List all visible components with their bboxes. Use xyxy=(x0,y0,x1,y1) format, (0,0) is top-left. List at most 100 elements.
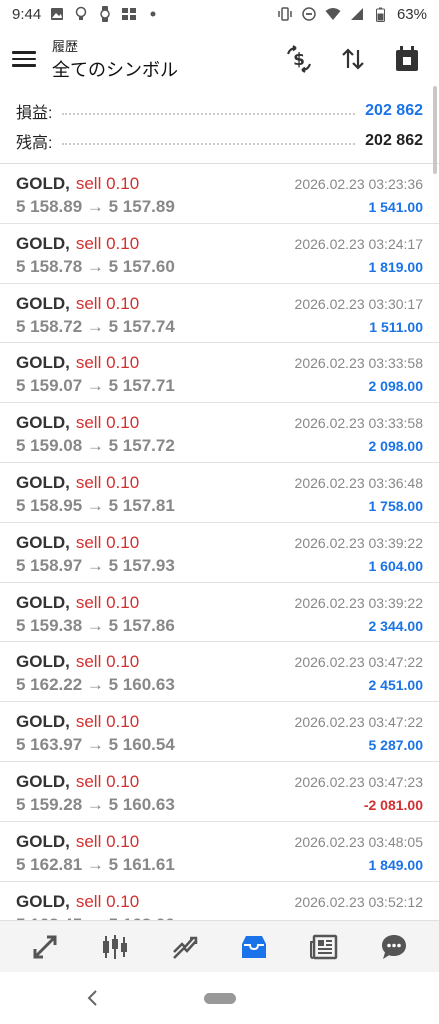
trade-time: 2026.02.23 03:47:22 xyxy=(294,654,423,671)
dnd-icon xyxy=(301,6,317,22)
trade-row[interactable]: GOLD, sell 0.10 2026.02.23 03:39:22 5 15… xyxy=(0,583,439,643)
trade-side: sell 0.10 xyxy=(75,353,140,373)
signal-icon xyxy=(349,6,365,22)
trade-row[interactable]: GOLD, sell 0.10 2026.02.23 03:47:23 5 15… xyxy=(0,762,439,822)
trade-row[interactable]: GOLD, sell 0.10 2026.02.23 03:33:58 5 15… xyxy=(0,343,439,404)
balance-value: 202 862 xyxy=(365,132,423,149)
profit-label: 損益: xyxy=(16,105,53,122)
trade-side: sell 0.10 xyxy=(75,174,140,193)
trade-time: 2026.02.23 03:47:22 xyxy=(294,714,423,731)
trade-prices: 5 158.78 → 5 157.60 xyxy=(16,256,175,276)
history-icon[interactable] xyxy=(234,927,274,967)
trade-row[interactable]: GOLD, sell 0.10 2026.02.23 03:36:48 5 15… xyxy=(0,463,439,523)
trade-symbol: GOLD, xyxy=(16,891,70,911)
trade-prices: 5 159.07 → 5 157.71 xyxy=(16,376,175,396)
trade-symbol: GOLD, xyxy=(16,174,70,193)
dot-icon xyxy=(145,6,161,22)
trade-side: sell 0.10 xyxy=(75,771,140,791)
trade-time: 2026.02.23 03:36:48 xyxy=(294,474,423,491)
trade-symbol: GOLD, xyxy=(16,293,70,313)
svg-text:$: $ xyxy=(293,50,305,70)
chart-icon[interactable] xyxy=(95,927,135,967)
trade-symbol: GOLD, xyxy=(16,353,70,373)
trade-side: sell 0.10 xyxy=(75,652,140,672)
trade-icon[interactable] xyxy=(165,927,205,967)
trade-row[interactable]: GOLD, sell 0.10 2026.02.23 03:30:17 5 15… xyxy=(0,284,439,344)
trade-time: 2026.02.23 03:24:17 xyxy=(294,235,423,252)
trade-profit: 1 511.00 xyxy=(369,318,423,335)
trade-profit: 1 541.00 xyxy=(368,199,424,215)
scrollbar[interactable] xyxy=(433,86,437,174)
trade-row[interactable]: GOLD, sell 0.10 2026.02.23 03:52:12 5 16… xyxy=(0,882,439,920)
app-icon xyxy=(121,6,137,22)
profit-row: 損益: 202 862 xyxy=(16,96,423,126)
quotes-icon[interactable] xyxy=(25,927,65,967)
trade-prices: 5 158.95 → 5 157.81 xyxy=(16,495,175,515)
trade-profit: 1 604.00 xyxy=(368,557,424,574)
back-icon[interactable] xyxy=(82,988,102,1008)
trade-profit: 1 849.00 xyxy=(368,856,424,873)
trade-symbol: GOLD, xyxy=(16,472,70,492)
trade-time: 2026.02.23 03:39:22 xyxy=(294,594,423,611)
bulb-icon xyxy=(73,6,89,22)
chat-icon[interactable] xyxy=(374,927,414,967)
news-icon[interactable] xyxy=(304,927,344,967)
sort-icon[interactable] xyxy=(337,43,369,75)
trade-prices: 5 162.81 → 5 161.61 xyxy=(16,854,175,874)
trade-time: 2026.02.23 03:47:23 xyxy=(294,773,423,790)
trade-row[interactable]: GOLD, sell 0.10 2026.02.23 03:23:36 5 15… xyxy=(0,164,439,224)
trade-prices: 5 159.38 → 5 157.86 xyxy=(16,615,175,635)
trade-symbol: GOLD, xyxy=(16,233,70,253)
trade-row[interactable]: GOLD, sell 0.10 2026.02.23 03:33:58 5 15… xyxy=(0,403,439,463)
trade-time: 2026.02.23 03:30:17 xyxy=(294,295,423,312)
trade-row[interactable]: GOLD, sell 0.10 2026.02.23 03:39:22 5 15… xyxy=(0,523,439,583)
wifi-icon xyxy=(325,6,341,22)
trade-profit: 2 344.00 xyxy=(368,617,424,634)
trade-profit: 1 758.00 xyxy=(368,497,424,514)
trade-profit: 1 819.00 xyxy=(368,258,424,275)
home-icon[interactable] xyxy=(203,992,236,1004)
trade-prices: 5 163.97 → 5 160.54 xyxy=(16,735,175,755)
trade-prices: 5 159.08 → 5 157.72 xyxy=(16,436,175,456)
trade-prices: 5 162.22 → 5 160.63 xyxy=(16,675,175,695)
trade-side: sell 0.10 xyxy=(75,891,140,911)
trade-side: sell 0.10 xyxy=(75,712,140,732)
trade-time: 2026.02.23 03:33:58 xyxy=(294,415,423,432)
trade-row[interactable]: GOLD, sell 0.10 2026.02.23 03:24:17 5 15… xyxy=(0,224,439,284)
trade-time: 2026.02.23 03:52:12 xyxy=(294,893,423,910)
status-bar: 9:44 63% xyxy=(0,0,439,28)
trade-time: 2026.02.23 03:39:22 xyxy=(294,534,423,551)
trade-prices: 5 159.28 → 5 160.63 xyxy=(16,794,175,814)
trade-symbol: GOLD, xyxy=(16,592,70,612)
trade-prices: 5 158.72 → 5 157.74 xyxy=(16,316,175,336)
summary-panel: 損益: 202 862 残高: 202 862 xyxy=(0,96,439,156)
image-icon xyxy=(49,6,65,22)
trade-side: sell 0.10 xyxy=(75,532,140,552)
trade-prices: 5 158.89 → 5 157.89 xyxy=(16,197,175,216)
trade-symbol: GOLD, xyxy=(16,831,70,851)
trade-side: sell 0.10 xyxy=(75,233,140,253)
trade-profit: 2 098.00 xyxy=(368,438,424,455)
trade-time: 2026.02.23 03:23:36 xyxy=(294,176,423,192)
trade-symbol: GOLD, xyxy=(16,771,70,791)
trade-profit: 2 098.00 xyxy=(368,378,424,395)
system-nav xyxy=(0,972,439,1024)
trade-profit: -2 081.00 xyxy=(363,796,423,813)
trade-profit: 2 451.00 xyxy=(368,677,424,694)
calendar-icon[interactable] xyxy=(391,43,423,75)
title-block[interactable]: 履歴 全てのシンボル xyxy=(52,36,178,82)
trade-row[interactable]: GOLD, sell 0.10 2026.02.23 03:48:05 5 16… xyxy=(0,822,439,882)
trade-symbol: GOLD, xyxy=(16,712,70,732)
trade-time: 2026.02.23 03:33:58 xyxy=(294,355,423,372)
trade-symbol: GOLD, xyxy=(16,532,70,552)
dotted-leader xyxy=(62,143,356,145)
battery-percent: 63% xyxy=(396,5,427,23)
app-toolbar: 履歴 全てのシンボル $ xyxy=(0,28,439,90)
profit-value: 202 862 xyxy=(365,102,423,119)
trade-row[interactable]: GOLD, sell 0.10 2026.02.23 03:47:22 5 16… xyxy=(0,702,439,762)
trade-side: sell 0.10 xyxy=(75,831,140,851)
trade-row[interactable]: GOLD, sell 0.10 2026.02.23 03:47:22 5 16… xyxy=(0,642,439,703)
currency-exchange-icon[interactable]: $ xyxy=(283,43,315,75)
menu-icon[interactable] xyxy=(10,45,38,73)
trade-time: 2026.02.23 03:48:05 xyxy=(294,833,423,850)
